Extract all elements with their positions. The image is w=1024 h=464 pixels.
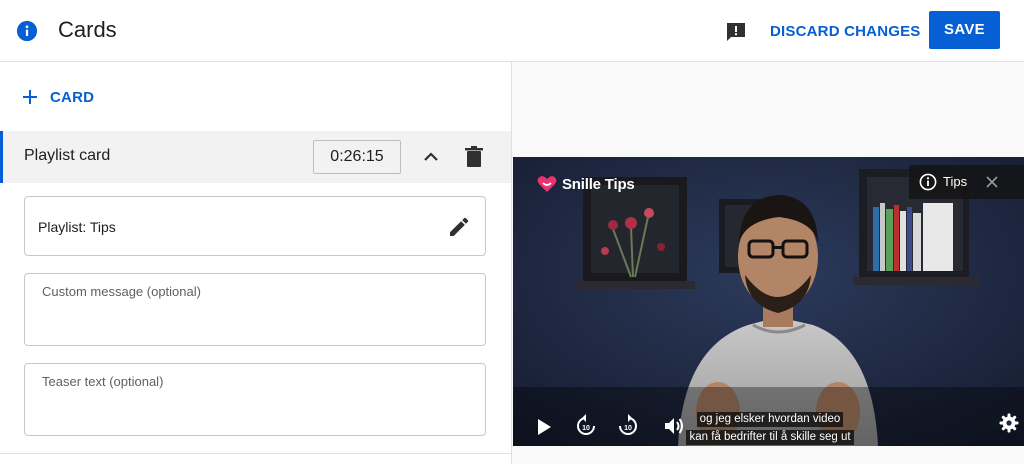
heart-icon bbox=[537, 176, 557, 192]
video-captions: og jeg elsker hvordan video kan få bedri… bbox=[670, 409, 870, 445]
channel-brand: Snille Tips bbox=[537, 175, 635, 193]
caption-line: og jeg elsker hvordan video bbox=[696, 412, 844, 427]
forward-10-icon[interactable]: 10 bbox=[617, 413, 639, 437]
settings-gear-icon[interactable] bbox=[999, 413, 1019, 433]
volume-icon[interactable] bbox=[663, 415, 685, 437]
card-time-input[interactable]: 0:26:15 bbox=[313, 140, 401, 174]
trash-icon[interactable] bbox=[463, 145, 485, 169]
cards-editor-panel: CARD Playlist card 0:26:15 Playlist: Tip… bbox=[0, 62, 512, 464]
discard-changes-button[interactable]: DISCARD CHANGES bbox=[762, 16, 929, 48]
add-card-label: CARD bbox=[50, 88, 95, 106]
divider bbox=[0, 453, 511, 454]
teaser-text-placeholder: Teaser text (optional) bbox=[42, 374, 164, 389]
header-bar: Cards DISCARD CHANGES SAVE bbox=[0, 0, 1024, 62]
save-button[interactable]: SAVE bbox=[929, 11, 1000, 49]
card-teaser-chip[interactable]: Tips bbox=[909, 165, 1024, 199]
pencil-icon[interactable] bbox=[447, 215, 471, 239]
play-icon[interactable] bbox=[535, 417, 553, 437]
preview-panel: Snille Tips Tips og jeg elsker hvordan v… bbox=[512, 62, 1024, 464]
feedback-icon[interactable] bbox=[724, 20, 748, 44]
custom-message-field[interactable]: Custom message (optional) bbox=[24, 273, 486, 346]
rewind-10-icon[interactable]: 10 bbox=[575, 413, 597, 437]
playlist-field[interactable]: Playlist: Tips bbox=[24, 196, 486, 256]
video-player[interactable]: Snille Tips Tips og jeg elsker hvordan v… bbox=[513, 157, 1024, 446]
custom-message-placeholder: Custom message (optional) bbox=[42, 284, 201, 299]
page-title: Cards bbox=[58, 17, 117, 42]
card-title: Playlist card bbox=[24, 147, 111, 164]
teaser-text-field[interactable]: Teaser text (optional) bbox=[24, 363, 486, 436]
info-icon bbox=[919, 173, 937, 191]
rewind-label: 10 bbox=[582, 425, 590, 432]
forward-label: 10 bbox=[624, 425, 632, 432]
info-icon[interactable] bbox=[16, 20, 38, 42]
video-frame bbox=[513, 157, 1024, 446]
brand-name: Snille Tips bbox=[562, 175, 635, 193]
playlist-card-header[interactable]: Playlist card 0:26:15 bbox=[0, 131, 511, 183]
chevron-up-icon[interactable] bbox=[421, 147, 441, 167]
plus-icon bbox=[23, 90, 37, 104]
playlist-value: Playlist: Tips bbox=[38, 219, 116, 235]
teaser-chip-label: Tips bbox=[943, 174, 968, 189]
add-card-button[interactable]: CARD bbox=[22, 86, 94, 108]
caption-line: kan få bedrifter til å skille seg ut bbox=[686, 430, 854, 445]
close-icon[interactable] bbox=[985, 175, 999, 189]
